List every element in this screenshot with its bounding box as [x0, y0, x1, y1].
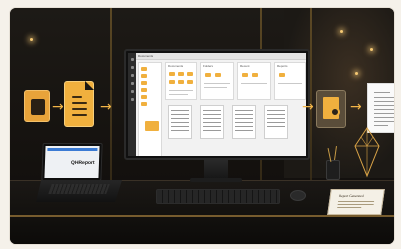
document-settings-icon — [316, 90, 346, 128]
document-thumbnail — [168, 105, 192, 139]
ceiling-light — [30, 38, 33, 41]
keyboard — [156, 189, 280, 204]
folder-tree-pane — [138, 62, 162, 156]
mouse — [290, 190, 306, 201]
app-toolbar: Documents — [136, 53, 306, 60]
documents-pane: Documents — [165, 62, 197, 100]
certificate-title: Report Generated — [338, 194, 364, 198]
monitor-base — [190, 178, 242, 182]
arrow-right-icon: → — [302, 99, 314, 115]
laptop-screen-text: QHReport — [70, 160, 95, 166]
laptop-display: QHReport — [44, 146, 100, 178]
monitor: Documents Documents Folders Recent Repor… — [124, 49, 310, 160]
document-thumbnail — [264, 105, 288, 139]
arrow-right-icon: → — [52, 99, 64, 115]
wall-accent-strip — [110, 8, 112, 184]
folders-pane: Folders — [200, 62, 234, 100]
pane-title: Documents — [168, 64, 184, 68]
document-thumbnail — [232, 105, 256, 139]
ceiling-light — [370, 48, 373, 51]
file-text-icon — [64, 81, 94, 127]
laptop-keyboard — [48, 184, 110, 194]
reports-pane: Reports — [274, 62, 306, 100]
ceiling-light — [355, 72, 358, 75]
arrow-right-icon: → — [350, 99, 362, 115]
app-title: Documents — [138, 54, 154, 58]
pen-holder — [326, 160, 340, 180]
desk-edge — [10, 215, 394, 217]
laptop: QHReport — [41, 143, 103, 181]
illustration-frame: → → Documents Documents Folders Recent R… — [10, 8, 394, 244]
document-thumbnail — [200, 105, 224, 139]
diamond-sculpture — [354, 127, 380, 178]
certificate-document: Report Generated — [327, 189, 385, 215]
pane-title: Folders — [203, 64, 214, 68]
file-manager-screen: Documents Documents Folders Recent Repor… — [128, 53, 306, 156]
pane-title: Reports — [277, 64, 288, 68]
monitor-stand — [204, 160, 228, 180]
arrow-right-icon: → — [100, 99, 112, 115]
document-icon — [24, 90, 50, 122]
ceiling-light — [340, 30, 343, 33]
pane-title: Recent — [240, 64, 250, 68]
app-sidebar — [128, 53, 136, 156]
recent-pane: Recent — [237, 62, 271, 100]
wall-accent-strip — [310, 8, 312, 184]
